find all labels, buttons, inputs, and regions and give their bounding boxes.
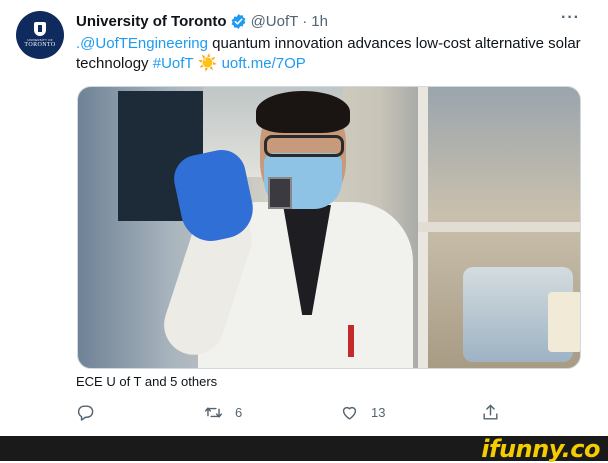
person-hair [256,91,350,133]
reply-button[interactable] [76,401,107,423]
tweet-text: .@UofTEngineering quantum innovation adv… [76,34,591,74]
avatar[interactable]: UNIVERSITY OF TORONTO [16,11,64,59]
verified-badge-icon [231,13,245,29]
mention-link[interactable]: .@UofTEngineering [76,35,208,52]
watermark-logo: ifunny.co [481,434,600,463]
timestamp[interactable]: 1h [311,13,328,30]
hashtag-link[interactable]: #UofT [153,55,194,72]
display-name[interactable]: University of Toronto [76,13,227,30]
like-count: 13 [371,404,386,420]
retweet-count: 6 [235,404,243,420]
avatar-line2: TORONTO [24,41,56,48]
like-button[interactable]: 13 [340,401,385,423]
share-button[interactable] [481,401,500,423]
solar-cell-sample [268,177,292,209]
sample-container [548,292,580,352]
share-icon [483,404,498,420]
retweet-icon [204,406,223,418]
more-options-icon[interactable]: ··· [561,9,580,27]
tweet-card[interactable]: UNIVERSITY OF TORONTO University of Toro… [0,0,608,436]
sun-emoji-icon: ☀️ [197,55,218,72]
reply-icon [77,404,94,421]
tweet-actions: 6 13 [76,401,506,423]
tweet-header: University of Toronto @UofT · 1h [76,11,328,31]
separator-dot: · [302,12,308,30]
heart-icon [342,406,357,420]
safety-glasses [264,135,344,157]
crest-icon [34,21,46,36]
user-handle[interactable]: @UofT [251,13,299,30]
tweet-photo[interactable] [77,86,581,369]
retweet-button[interactable]: 6 [204,401,242,423]
url-link[interactable]: uoft.me/7OP [222,55,306,72]
liked-by-text[interactable]: ECE U of T and 5 others [76,374,217,389]
fume-hood-bar [418,222,580,232]
pocket-pen [348,325,354,357]
